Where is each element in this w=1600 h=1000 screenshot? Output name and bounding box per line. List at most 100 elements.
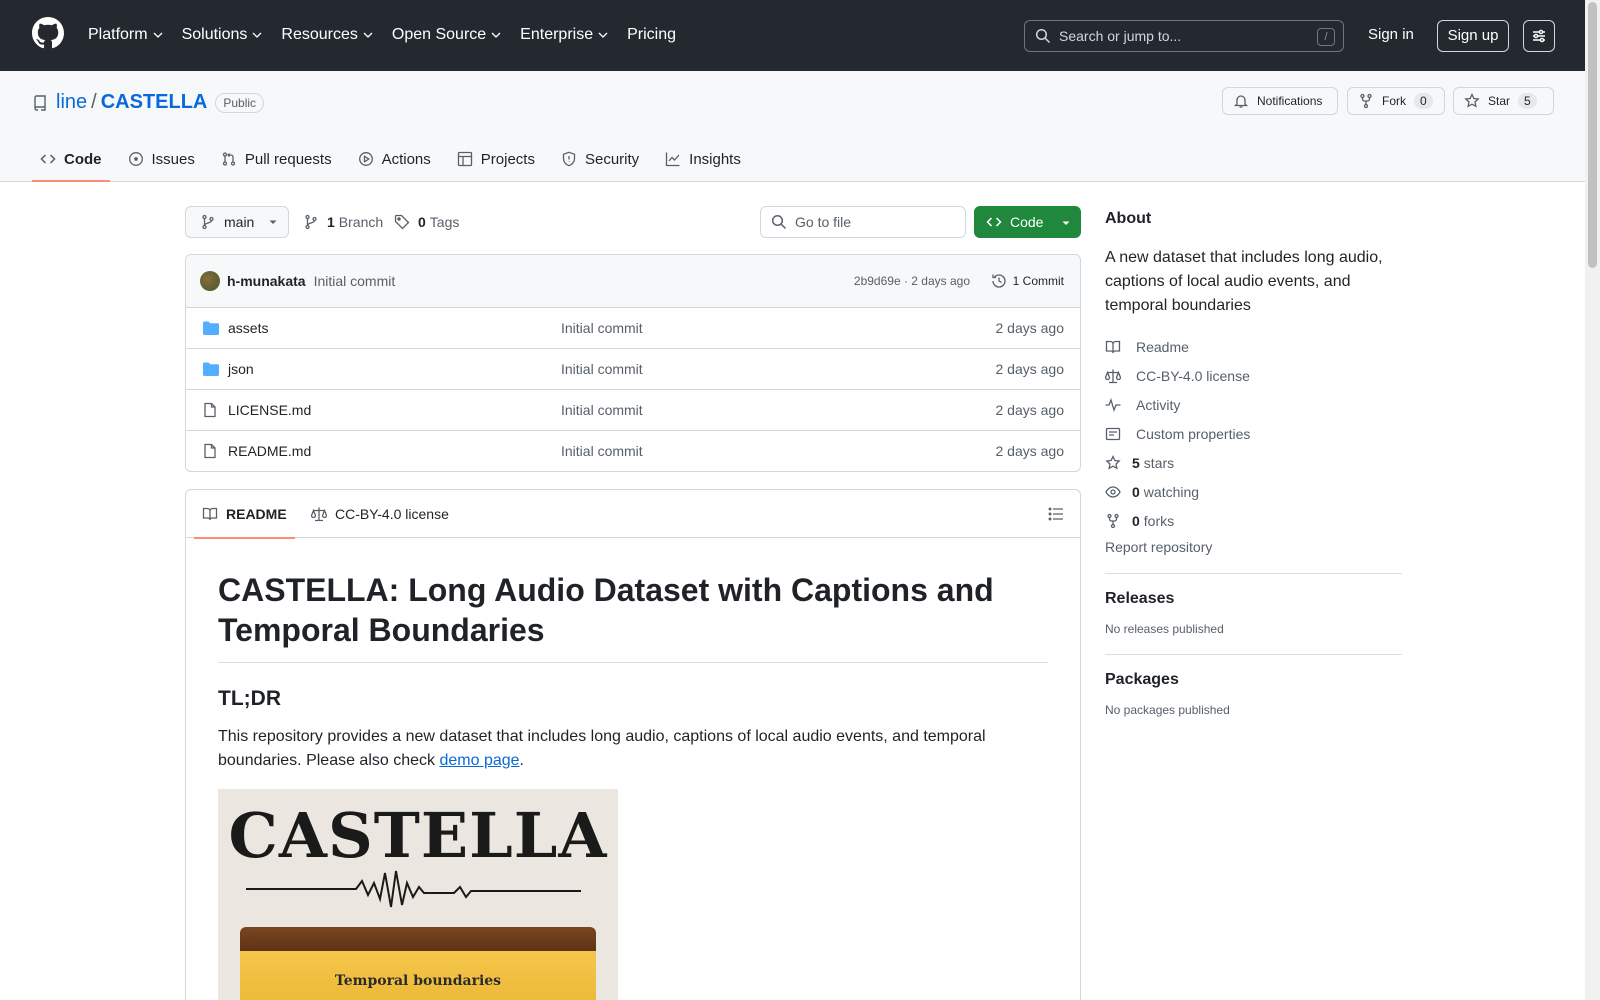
play-icon [358,152,373,166]
sidebar-item-stars[interactable]: 5 stars [1105,448,1402,477]
branch-count: 1 [327,214,335,230]
sidebar-item-count: 0 [1132,483,1140,500]
tags-link[interactable]: 0 Tags [394,214,459,230]
report-repository-link[interactable]: Report repository [1105,539,1402,555]
file-commit-message[interactable]: Initial commit [561,361,643,377]
nav-pricing[interactable]: Pricing [627,24,676,46]
branch-icon [202,214,214,230]
branches-link[interactable]: 1 Branch [303,214,383,230]
shield-icon [562,151,576,167]
law-icon [311,507,327,522]
sidebar-item-watching[interactable]: 0 watching [1105,477,1402,506]
chevron-down-icon [153,32,163,38]
waveform-icon [246,870,581,908]
nav-solutions[interactable]: Solutions [182,24,264,46]
file-row[interactable]: LICENSE.md Initial commit 2 days ago [186,390,1080,431]
avatar[interactable] [200,271,220,291]
nav-platform[interactable]: Platform [88,24,164,46]
commit-sha-time[interactable]: 2b9d69e · 2 days ago [854,274,970,288]
packages-heading[interactable]: Packages [1105,671,1402,689]
sliders-icon [1533,29,1545,43]
tab-readme[interactable]: README [194,490,295,539]
star-icon [1105,454,1121,470]
file-row[interactable]: README.md Initial commit 2 days ago [186,431,1080,471]
chevron-down-icon [363,32,373,38]
commit-history-link[interactable]: 1 Commit [991,273,1064,289]
code-icon [40,154,56,164]
readme-panel: README CC-BY-4.0 license CASTELLA: Long … [185,489,1081,1000]
repo-owner-link[interactable]: line [56,91,87,114]
nav-open-source[interactable]: Open Source [392,24,502,46]
about-heading: About [1105,210,1152,227]
star-count: 5 [1518,93,1537,109]
releases-heading[interactable]: Releases [1105,590,1402,608]
file-name-link[interactable]: json [228,361,254,377]
nav-label: Enterprise [520,26,594,43]
commit-count-label: 1 Commit [1012,274,1064,288]
file-commit-message[interactable]: Initial commit [561,443,643,459]
branch-selector[interactable]: main [185,206,289,238]
nav-resources[interactable]: Resources [281,24,373,46]
code-icon [986,217,1002,227]
readme-paragraph-text: This repository provides a new dataset t… [218,728,986,769]
tab-license[interactable]: CC-BY-4.0 license [311,490,449,538]
settings-menu-button[interactable] [1523,20,1555,52]
go-to-file-input[interactable]: Go to file [760,206,966,238]
book-icon [202,507,218,521]
tab-actions[interactable]: Actions [350,139,439,179]
tab-issues[interactable]: Issues [120,139,203,179]
folder-icon [203,321,219,335]
github-logo-icon[interactable] [32,17,64,49]
nav-enterprise[interactable]: Enterprise [520,24,609,46]
sidebar-item-readme[interactable]: Readme [1105,332,1402,361]
notifications-button[interactable]: Notifications [1222,87,1338,115]
nav-label: Pricing [627,26,676,43]
tag-label: Tags [429,214,460,230]
file-name-link[interactable]: LICENSE.md [228,402,311,418]
repo-name-link[interactable]: CASTELLA [101,91,208,114]
file-commit-message[interactable]: Initial commit [561,402,643,418]
sidebar-item-label: Activity [1136,396,1181,413]
commit-author-link[interactable]: h-munakata [227,273,306,289]
eye-icon [1105,485,1121,498]
file-name-link[interactable]: assets [228,320,268,336]
tab-insights[interactable]: Insights [657,139,749,179]
fork-button[interactable]: Fork 0 [1347,87,1445,115]
law-icon [1105,369,1121,383]
page-scrollbar-thumb[interactable] [1588,2,1597,268]
list-outline-icon[interactable] [1048,506,1064,522]
tab-label: Issues [151,150,195,168]
file-commit-message[interactable]: Initial commit [561,320,643,336]
tab-pull-requests[interactable]: Pull requests [213,139,340,179]
file-date: 2 days ago [995,443,1065,459]
sidebar-item-license[interactable]: CC-BY-4.0 license [1105,361,1402,390]
sidebar-item-forks[interactable]: 0 forks [1105,506,1402,535]
star-button[interactable]: Star 5 [1453,87,1554,115]
sidebar-item-custom-properties[interactable]: Custom properties [1105,419,1402,448]
demo-page-link[interactable]: demo page [439,752,519,769]
tab-security[interactable]: Security [553,139,647,179]
castella-cover-image[interactable]: CASTELLA Temporal boundaries [218,789,618,1000]
file-browser: h-munakata Initial commit 2b9d69e · 2 da… [185,254,1081,472]
nav-label: Platform [88,26,148,43]
file-row[interactable]: json Initial commit 2 days ago [186,349,1080,390]
tab-code[interactable]: Code [32,139,110,182]
tab-projects[interactable]: Projects [449,139,543,179]
readme-content: CASTELLA: Long Audio Dataset with Captio… [186,538,1080,1000]
latest-commit-bar: h-munakata Initial commit 2b9d69e · 2 da… [186,255,1080,308]
tag-icon [394,214,410,230]
file-name-link[interactable]: README.md [228,443,311,459]
star-label: Star [1488,94,1511,108]
sign-up-button[interactable]: Sign up [1437,20,1509,52]
sidebar-item-activity[interactable]: Activity [1105,390,1402,419]
tab-label: Code [64,150,102,168]
readme-title: CASTELLA: Long Audio Dataset with Captio… [218,570,1048,663]
nav-label: Open Source [391,26,487,43]
caret-down-icon [269,220,277,224]
commit-message-link[interactable]: Initial commit [314,273,396,289]
code-dropdown-button[interactable]: Code [974,206,1081,238]
search-placeholder: Search or jump to... [1059,28,1182,44]
file-row[interactable]: assets Initial commit 2 days ago [186,308,1080,349]
global-search-input[interactable]: Search or jump to... / [1024,20,1344,52]
sign-in-link[interactable]: Sign in [1368,26,1414,43]
